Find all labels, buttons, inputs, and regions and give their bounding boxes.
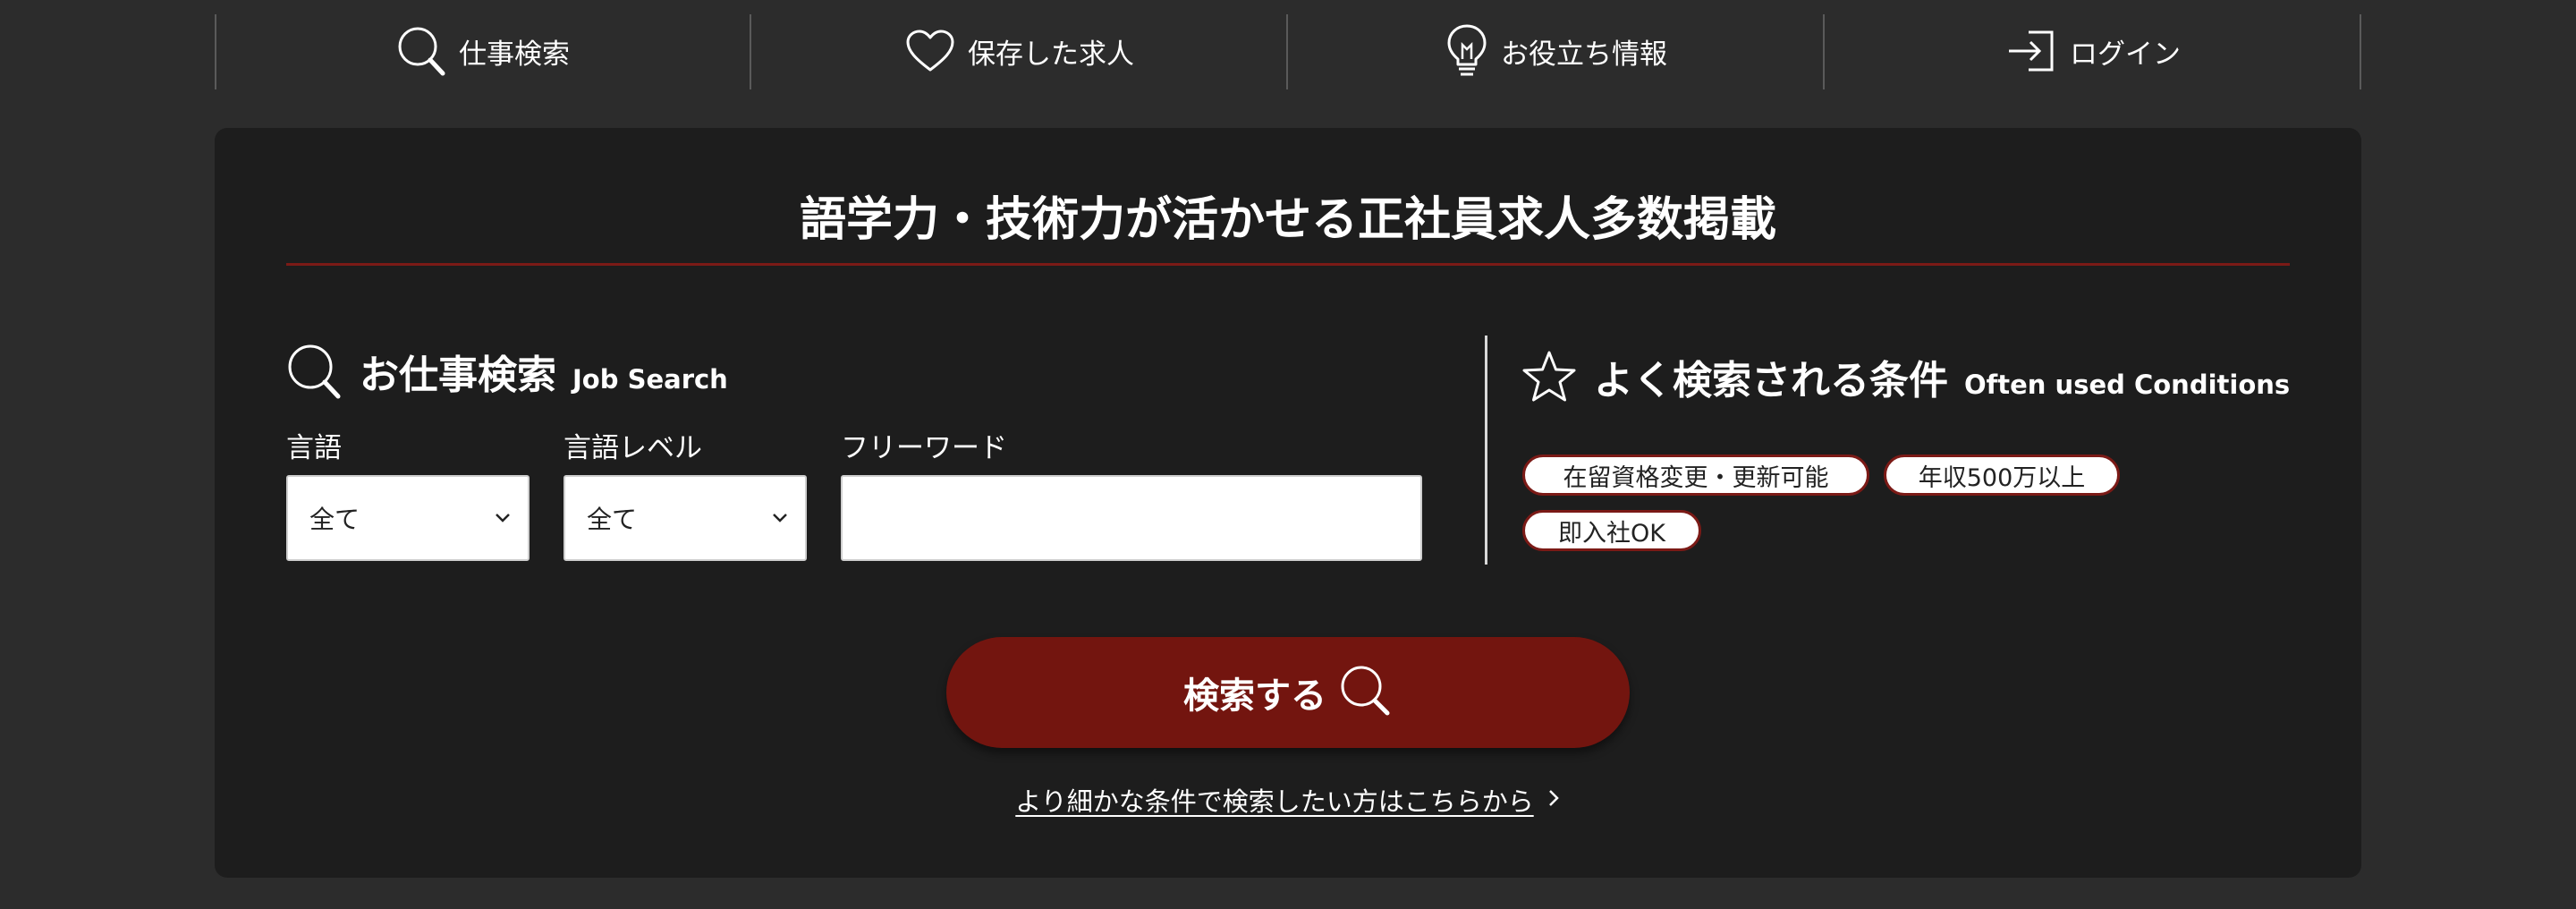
job-search-heading: お仕事検索 Job Search bbox=[286, 343, 728, 400]
card-title: 語学力・技術力が活かせる正社員求人多数掲載 bbox=[799, 193, 1776, 247]
language-label: 言語 bbox=[286, 432, 342, 464]
chevron-down-icon bbox=[494, 512, 512, 524]
nav-item-useful-info[interactable]: お役立ち情報 bbox=[1288, 0, 1825, 98]
top-navigation: 仕事検索 保存した求人 お役立ち情報 ログイン bbox=[215, 0, 2361, 98]
search-icon bbox=[1339, 664, 1393, 721]
job-search-title: お仕事検索 bbox=[360, 353, 556, 398]
chevron-down-icon bbox=[771, 512, 789, 524]
nav-item-job-search[interactable]: 仕事検索 bbox=[215, 0, 751, 98]
title-divider bbox=[286, 263, 2290, 266]
conditions-title-en: Often used Conditions bbox=[1964, 370, 2291, 400]
job-search-title-en: Job Search bbox=[572, 364, 728, 395]
nav-divider bbox=[2360, 14, 2361, 89]
search-icon bbox=[396, 25, 446, 77]
level-select[interactable]: 全て bbox=[564, 475, 807, 561]
advanced-search-link[interactable]: より細かな条件で検索したい方はこちらから bbox=[215, 781, 2361, 819]
star-icon bbox=[1521, 349, 1578, 404]
heart-icon bbox=[905, 29, 955, 73]
search-button-label: 検索する bbox=[1183, 675, 1326, 717]
search-card: 語学力・技術力が活かせる正社員求人多数掲載 お仕事検索 Job Search 言… bbox=[215, 128, 2361, 878]
nav-item-login[interactable]: ログイン bbox=[1825, 0, 2361, 98]
condition-chip-immediate[interactable]: 即入社OK bbox=[1522, 510, 1701, 551]
conditions-title: よく検索される条件 bbox=[1594, 358, 1948, 404]
condition-chip-visa[interactable]: 在留資格変更・更新可能 bbox=[1522, 454, 1869, 496]
nav-item-label: お役立ち情報 bbox=[1501, 38, 1667, 71]
level-select-value: 全て bbox=[587, 505, 638, 534]
login-icon bbox=[2005, 29, 2057, 73]
nav-item-label: 仕事検索 bbox=[459, 38, 570, 71]
language-select[interactable]: 全て bbox=[286, 475, 530, 561]
chevron-right-icon bbox=[1546, 787, 1561, 812]
freeword-label: フリーワード bbox=[841, 432, 1007, 464]
advanced-search-link-text: より細かな条件で検索したい方はこちらから bbox=[1015, 786, 1534, 817]
search-icon bbox=[286, 343, 343, 400]
lightbulb-icon bbox=[1445, 23, 1488, 79]
level-label: 言語レベル bbox=[564, 432, 702, 464]
search-button[interactable]: 検索する bbox=[946, 637, 1630, 748]
section-divider bbox=[1485, 336, 1487, 565]
condition-chip-salary[interactable]: 年収500万以上 bbox=[1884, 454, 2120, 496]
nav-item-label: 保存した求人 bbox=[968, 38, 1134, 71]
language-select-value: 全て bbox=[309, 505, 360, 534]
conditions-heading: よく検索される条件 Often used Conditions bbox=[1521, 348, 2290, 405]
nav-item-label: ログイン bbox=[2070, 38, 2181, 71]
nav-item-saved-jobs[interactable]: 保存した求人 bbox=[751, 0, 1288, 98]
freeword-input[interactable] bbox=[841, 475, 1422, 561]
